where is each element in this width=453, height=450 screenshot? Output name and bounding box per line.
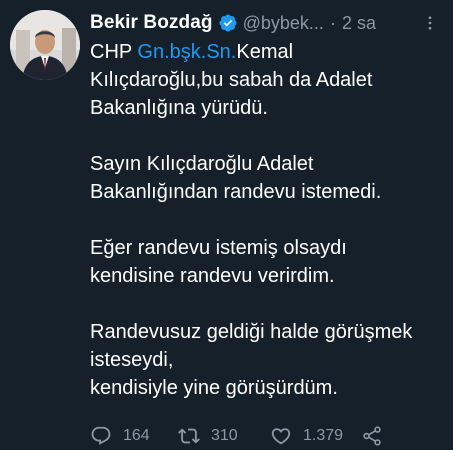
more-options-icon[interactable] bbox=[419, 10, 441, 36]
tweet-text-line: kendisine randevu verirdim. bbox=[90, 265, 335, 287]
author-handle[interactable]: @bybek... bbox=[243, 13, 324, 34]
reply-button[interactable]: 164 bbox=[90, 425, 150, 447]
retweet-count: 310 bbox=[211, 427, 238, 444]
like-button[interactable]: 1.379 bbox=[270, 425, 343, 447]
like-count: 1.379 bbox=[303, 427, 344, 444]
tweet-text-line: Bakanlığına yürüdü. bbox=[90, 97, 268, 119]
verified-badge-icon bbox=[218, 13, 238, 33]
tweet-text-line: kendisiyle yine görüşürdüm. bbox=[90, 377, 338, 399]
tweet-text: CHP Gn.bşk.Sn.Kemal Kılıçdaroğlu,bu saba… bbox=[90, 38, 445, 430]
tweet-header: Bekir Bozdağ @bybek... · 2 sa bbox=[90, 10, 445, 36]
retweet-icon bbox=[178, 428, 200, 444]
tweet-text-segment: Kemal bbox=[236, 41, 294, 63]
tweet-text-line: Randevusuz geldiği halde görüşmek bbox=[90, 321, 413, 343]
tweet-text-line: Sayın Kılıçdaroğlu Adalet bbox=[90, 153, 314, 175]
author-name[interactable]: Bekir Bozdağ bbox=[90, 12, 213, 34]
tweet-timestamp[interactable]: 2 sa bbox=[342, 13, 376, 34]
tweet-text-prefix: CHP bbox=[90, 41, 138, 63]
share-icon bbox=[363, 426, 381, 446]
mention-link[interactable]: Gn.bşk.Sn. bbox=[137, 41, 236, 63]
header-separator: · bbox=[329, 12, 336, 33]
reply-icon bbox=[91, 426, 111, 445]
retweet-button[interactable]: 310 bbox=[178, 425, 238, 447]
tweet-paragraph-1: CHP Gn.bşk.Sn.Kemal Kılıçdaroğlu,bu saba… bbox=[90, 38, 445, 122]
tweet-card: Bekir Bozdağ @bybek... · 2 sa CHP Gn.bşk… bbox=[0, 0, 453, 450]
share-button[interactable] bbox=[361, 425, 383, 447]
avatar[interactable] bbox=[10, 10, 80, 80]
tweet-paragraph-2: Sayın Kılıçdaroğlu Adalet Bakanlığından … bbox=[90, 150, 445, 206]
tweet-text-line: Kılıçdaroğlu,bu sabah da Adalet bbox=[90, 69, 373, 91]
heart-icon bbox=[271, 428, 291, 445]
tweet-paragraph-3: Eğer randevu istemiş olsaydı kendisine r… bbox=[90, 234, 445, 290]
tweet-paragraph-4: Randevusuz geldiği halde görüşmek istese… bbox=[90, 318, 445, 402]
tweet-text-line: Bakanlığından randevu istemedi. bbox=[90, 181, 382, 203]
tweet-text-line: isteseydi, bbox=[90, 349, 174, 371]
avatar-image bbox=[10, 10, 80, 80]
tweet-text-line: Eğer randevu istemiş olsaydı bbox=[90, 237, 347, 259]
reply-count: 164 bbox=[123, 427, 150, 444]
